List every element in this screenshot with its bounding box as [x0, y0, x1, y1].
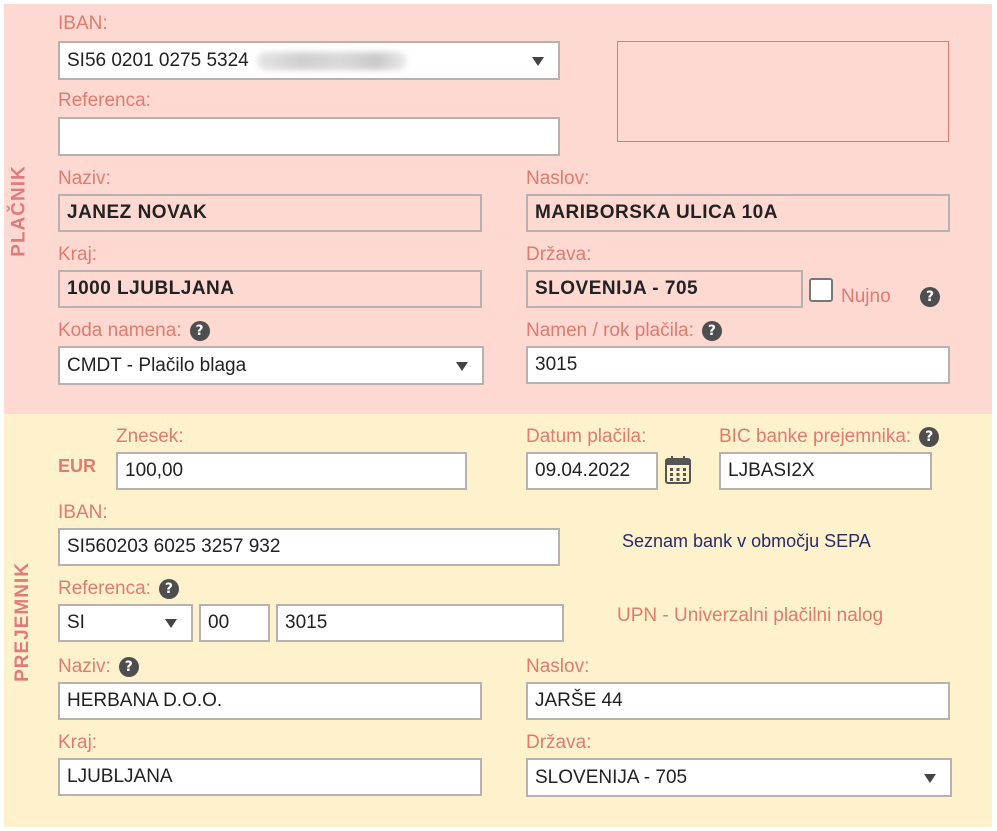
- payer-name-value: JANEZ NOVAK: [67, 202, 208, 223]
- reference-code-input[interactable]: 00: [199, 604, 270, 642]
- payer-address-label: Naslov:: [526, 168, 590, 189]
- payee-country-value: SLOVENIJA - 705: [535, 766, 688, 788]
- help-icon[interactable]: ?: [701, 320, 722, 341]
- payee-iban-value: SI560203 6025 3257 932: [67, 536, 281, 557]
- payer-name-label: Naziv:: [58, 168, 111, 189]
- payee-address-label: Naslov:: [526, 656, 590, 677]
- purpose-label: Namen / rok plačila:: [526, 320, 694, 341]
- currency-label: EUR: [58, 456, 97, 476]
- payee-city-input[interactable]: LJUBLJANA: [58, 758, 482, 796]
- payee-iban-label: IBAN:: [58, 502, 108, 523]
- payee-address-input[interactable]: JARŠE 44: [526, 682, 950, 720]
- payee-iban-input[interactable]: SI560203 6025 3257 932: [58, 528, 560, 566]
- payer-iban-label: IBAN:: [58, 13, 108, 34]
- reference-model-value: SI: [67, 612, 85, 633]
- help-icon[interactable]: ?: [189, 320, 210, 341]
- upn-link[interactable]: UPN - Univerzalni plačilni nalog: [617, 605, 883, 627]
- purpose-code-value: CMDT - Plačilo blaga: [67, 354, 247, 376]
- date-input[interactable]: 09.04.2022: [526, 452, 658, 490]
- payer-city-label: Kraj:: [58, 244, 98, 265]
- purpose-input[interactable]: 3015: [526, 346, 950, 384]
- amount-value: 100,00: [125, 460, 184, 481]
- payer-iban-select[interactable]: SI56 0201 0275 5324: [58, 41, 560, 80]
- help-icon[interactable]: ?: [919, 426, 940, 447]
- reference-code-value: 00: [208, 612, 230, 633]
- payee-name-label-row: Naziv:?: [58, 656, 139, 678]
- payee-name-input[interactable]: HERBANA D.O.O.: [58, 682, 482, 720]
- payee-name-label: Naziv:: [58, 656, 111, 677]
- amount-label: Znesek:: [116, 426, 184, 447]
- urgent-checkbox[interactable]: [809, 278, 833, 302]
- bic-input[interactable]: LJBASI2X: [719, 452, 932, 490]
- reference-model-select[interactable]: SI: [58, 604, 193, 642]
- purpose-value: 3015: [535, 354, 578, 375]
- date-value: 09.04.2022: [535, 460, 631, 481]
- payee-city-label: Kraj:: [58, 732, 98, 753]
- purpose-label-row: Namen / rok plačila:?: [526, 320, 722, 342]
- bic-label-row: BIC banke prejemnika:?: [719, 426, 940, 448]
- payer-iban-value: SI56 0201 0275 5324: [67, 49, 249, 71]
- purpose-code-select[interactable]: CMDT - Plačilo blaga: [58, 346, 484, 385]
- chevron-down-icon: [924, 773, 936, 783]
- amount-input[interactable]: 100,00: [116, 452, 467, 490]
- chevron-down-icon: [532, 56, 544, 66]
- payee-reference-label: Referenca:: [58, 578, 151, 599]
- bic-label: BIC banke prejemnika:: [719, 426, 912, 447]
- payer-section-label: PLAČNIK: [8, 165, 30, 257]
- urgent-label: Nujno: [841, 286, 891, 307]
- payer-country-field: SLOVENIJA - 705: [526, 270, 803, 308]
- sepa-banks-link[interactable]: Seznam bank v območju SEPA: [622, 531, 871, 552]
- help-icon[interactable]: ?: [118, 656, 139, 677]
- payer-city-field: 1000 LJUBLJANA: [58, 270, 482, 308]
- chevron-down-icon: [165, 619, 177, 628]
- payer-city-value: 1000 LJUBLJANA: [67, 278, 235, 299]
- payee-section-label: PREJEMNIK: [11, 562, 33, 682]
- payee-country-label: Država:: [526, 732, 592, 753]
- purpose-code-label: Koda namena:: [58, 320, 182, 341]
- payer-reference-input[interactable]: [58, 117, 560, 156]
- calendar-icon[interactable]: [664, 455, 692, 485]
- help-icon[interactable]: ?: [920, 287, 940, 307]
- bic-value: LJBASI2X: [728, 460, 815, 481]
- payer-address-value: MARIBORSKA ULICA 10A: [535, 202, 778, 223]
- qr-code-area: [617, 41, 949, 142]
- payer-country-value: SLOVENIJA - 705: [535, 278, 699, 299]
- reference-number-input[interactable]: 3015: [276, 604, 564, 642]
- reference-number-value: 3015: [285, 612, 328, 633]
- redacted-blur: [256, 51, 407, 70]
- payer-reference-label: Referenca:: [58, 90, 151, 111]
- payer-address-field: MARIBORSKA ULICA 10A: [526, 194, 950, 232]
- purpose-code-label-row: Koda namena:?: [58, 320, 210, 342]
- payee-reference-label-row: Referenca:?: [58, 578, 179, 600]
- payee-name-value: HERBANA D.O.O.: [67, 690, 223, 711]
- payer-name-field: JANEZ NOVAK: [58, 194, 482, 232]
- chevron-down-icon: [456, 361, 468, 371]
- date-label: Datum plačila:: [526, 426, 647, 447]
- payee-country-select[interactable]: SLOVENIJA - 705: [526, 758, 952, 797]
- payer-country-label: Država:: [526, 244, 592, 265]
- payee-city-value: LJUBLJANA: [67, 766, 173, 787]
- help-icon[interactable]: ?: [158, 578, 179, 599]
- payee-address-value: JARŠE 44: [535, 690, 623, 711]
